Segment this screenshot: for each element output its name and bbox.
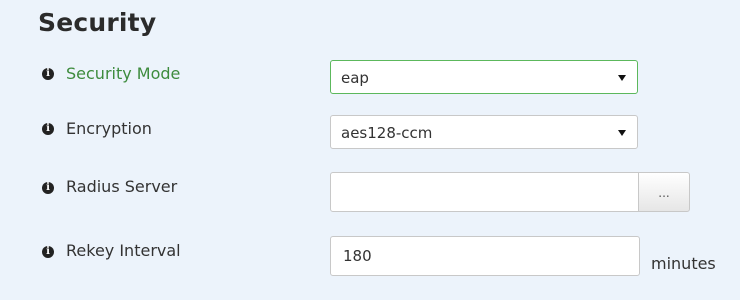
radius-server-input[interactable]	[330, 172, 640, 212]
info-icon[interactable]: i	[42, 123, 54, 135]
section-title: Security	[38, 8, 157, 37]
radius-server-row: i Radius Server ...	[0, 172, 740, 212]
security-mode-label: Security Mode	[66, 64, 181, 83]
encryption-select[interactable]: aes128-ccm	[330, 115, 638, 149]
info-icon[interactable]: i	[42, 246, 54, 258]
info-icon[interactable]: i	[42, 68, 54, 80]
encryption-row: i Encryption aes128-ccm	[0, 115, 740, 155]
info-icon[interactable]: i	[42, 182, 54, 194]
security-mode-row: i Security Mode eap	[0, 60, 740, 100]
security-mode-value: eap	[341, 69, 369, 87]
encryption-value: aes128-ccm	[341, 124, 433, 142]
rekey-interval-input[interactable]	[330, 236, 640, 276]
caret-down-icon	[618, 75, 626, 81]
rekey-interval-label: Rekey Interval	[66, 241, 181, 260]
security-mode-select[interactable]: eap	[330, 60, 638, 94]
encryption-label: Encryption	[66, 119, 152, 138]
caret-down-icon	[618, 130, 626, 136]
rekey-interval-row: i Rekey Interval minutes	[0, 236, 740, 276]
rekey-interval-unit: minutes	[651, 254, 716, 273]
radius-server-label: Radius Server	[66, 177, 178, 196]
browse-button[interactable]: ...	[638, 172, 690, 212]
